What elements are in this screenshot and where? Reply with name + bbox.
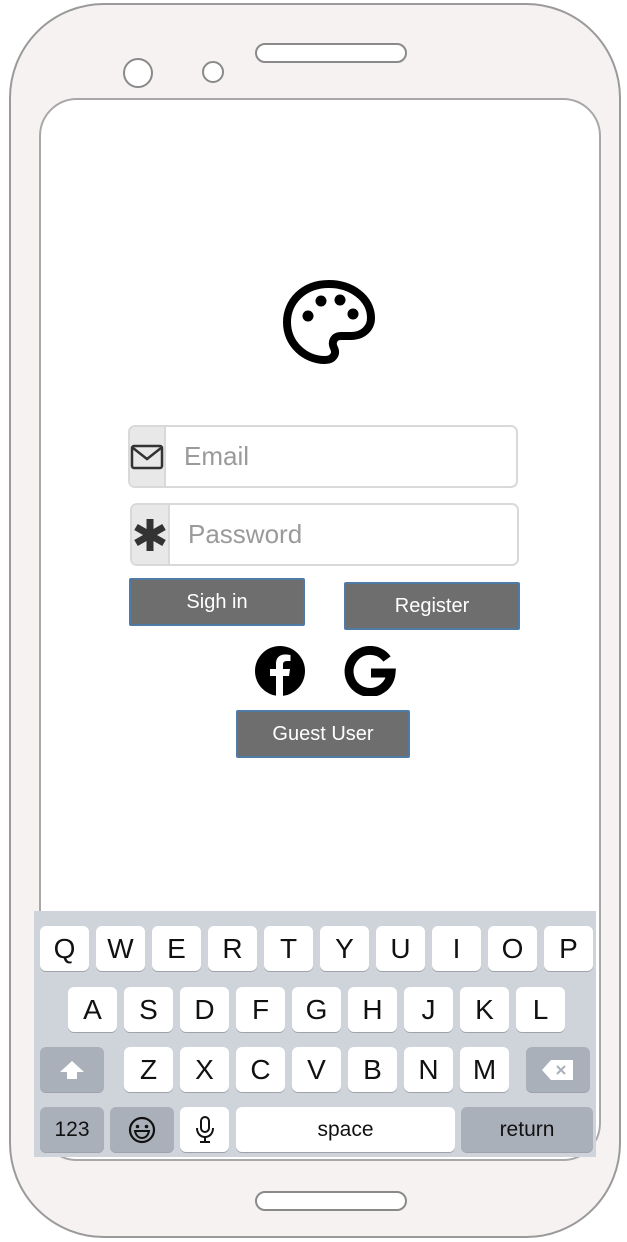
asterisk-icon (132, 505, 170, 564)
email-field-group (128, 425, 519, 488)
key-c[interactable]: C (236, 1047, 285, 1092)
key-j[interactable]: J (404, 987, 453, 1032)
key-w[interactable]: W (96, 926, 145, 971)
microphone-icon (195, 1115, 214, 1143)
front-camera (123, 58, 153, 88)
key-m[interactable]: M (460, 1047, 509, 1092)
palette-icon (283, 280, 375, 364)
key-p[interactable]: P (544, 926, 593, 971)
key-h[interactable]: H (348, 987, 397, 1032)
home-button[interactable] (255, 1191, 407, 1211)
guest-user-button[interactable]: Guest User (236, 710, 410, 758)
guest-user-label: Guest User (272, 722, 374, 745)
key-z[interactable]: Z (124, 1047, 173, 1092)
shift-arrow-icon (60, 1060, 84, 1079)
key-k[interactable]: K (460, 987, 509, 1032)
key-b[interactable]: B (348, 1047, 397, 1092)
key-n[interactable]: N (404, 1047, 453, 1092)
key-u[interactable]: U (376, 926, 425, 971)
key-a[interactable]: A (68, 987, 117, 1032)
numbers-key[interactable]: 123 (40, 1107, 104, 1152)
register-label: Register (394, 594, 470, 617)
space-key[interactable]: space (236, 1107, 455, 1152)
key-v[interactable]: V (292, 1047, 341, 1092)
key-t[interactable]: T (264, 926, 313, 971)
return-key[interactable]: return (461, 1107, 593, 1152)
key-d[interactable]: D (180, 987, 229, 1032)
email-input[interactable] (166, 427, 519, 486)
sign-in-button[interactable]: Sigh in (129, 578, 305, 626)
front-sensor (202, 61, 224, 83)
key-l[interactable]: L (516, 987, 565, 1032)
key-i[interactable]: I (432, 926, 481, 971)
earpiece-speaker (255, 43, 407, 63)
key-o[interactable]: O (488, 926, 537, 971)
key-s[interactable]: S (124, 987, 173, 1032)
shift-key[interactable] (40, 1047, 104, 1092)
emoji-key[interactable] (110, 1107, 174, 1152)
sign-in-label: Sigh in (186, 590, 248, 613)
facebook-icon[interactable] (254, 645, 306, 697)
key-e[interactable]: E (152, 926, 201, 971)
password-field-group (130, 503, 523, 566)
key-x[interactable]: X (180, 1047, 229, 1092)
google-icon[interactable] (344, 646, 398, 696)
register-button[interactable]: Register (344, 582, 520, 630)
key-f[interactable]: F (236, 987, 285, 1032)
key-q[interactable]: Q (40, 926, 89, 971)
microphone-key[interactable] (180, 1107, 229, 1152)
key-g[interactable]: G (292, 987, 341, 1032)
backspace-key[interactable] (526, 1047, 590, 1092)
backspace-icon (542, 1059, 573, 1080)
envelope-icon (130, 427, 166, 486)
key-r[interactable]: R (208, 926, 257, 971)
key-y[interactable]: Y (320, 926, 369, 971)
on-screen-keyboard: Q W E R T Y U I O P A S D F G H J K L Z … (34, 911, 596, 1157)
emoji-icon (128, 1116, 156, 1143)
password-input[interactable] (170, 505, 523, 564)
